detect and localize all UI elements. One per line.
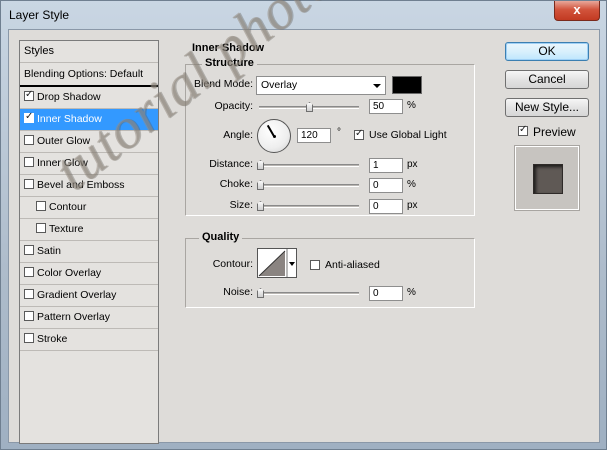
blend-mode-dropdown[interactable]: Overlay <box>256 76 386 95</box>
ok-button[interactable]: OK <box>505 42 589 61</box>
choke-slider-track[interactable] <box>259 184 359 187</box>
style-item-label: Contour <box>49 201 87 213</box>
style-item-bevel-and-emboss[interactable]: Bevel and Emboss <box>20 175 158 197</box>
contour-picker[interactable] <box>257 248 297 278</box>
preview-label: Preview <box>533 125 576 139</box>
choke-unit: % <box>407 179 416 190</box>
chevron-down-icon <box>373 84 381 88</box>
opacity-field[interactable]: 50 <box>369 99 403 114</box>
angle-unit: ° <box>337 127 341 138</box>
style-item-checkbox[interactable] <box>24 289 34 299</box>
distance-label: Distance: <box>209 158 253 170</box>
shadow-color-swatch[interactable] <box>392 76 422 94</box>
contour-chevron-down-icon <box>289 262 295 266</box>
distance-unit: px <box>407 159 418 170</box>
style-item-checkbox[interactable] <box>36 201 46 211</box>
style-item-checkbox[interactable] <box>24 111 34 123</box>
contour-label: Contour: <box>212 258 253 270</box>
opacity-unit: % <box>407 100 416 111</box>
use-global-light-label: Use Global Light <box>369 129 447 141</box>
style-item-checkbox[interactable] <box>24 157 34 167</box>
choke-label: Choke: <box>219 178 253 190</box>
preview-shape <box>533 164 563 194</box>
window-frame: Layer Style x Styles Blending Options: D… <box>0 0 607 450</box>
window-title: Layer Style <box>9 8 70 22</box>
distance-slider-track[interactable] <box>259 164 359 167</box>
use-global-light-checkbox[interactable] <box>354 128 364 140</box>
style-item-outer-glow[interactable]: Outer Glow <box>20 131 158 153</box>
style-item-label: Stroke <box>37 333 68 345</box>
quality-title: Quality <box>199 231 243 243</box>
style-item-inner-shadow[interactable]: Inner Shadow <box>20 109 158 131</box>
close-icon: x <box>573 2 581 17</box>
anti-aliased-checkbox[interactable] <box>310 260 320 270</box>
noise-unit: % <box>407 287 416 298</box>
anti-aliased-label: Anti-aliased <box>325 259 380 271</box>
distance-field[interactable]: 1 <box>369 158 403 173</box>
style-item-label: Texture <box>49 223 84 235</box>
angle-field[interactable]: 120 <box>297 128 331 143</box>
style-item-label: Pattern Overlay <box>37 311 110 323</box>
blend-mode-label: Blend Mode: <box>194 78 253 90</box>
preview-thumbnail <box>514 145 580 211</box>
angle-dial[interactable] <box>257 119 291 153</box>
style-item-label: Satin <box>37 245 61 257</box>
style-item-checkbox[interactable] <box>24 179 34 189</box>
blending-options-item[interactable]: Blending Options: Default <box>20 63 158 87</box>
angle-label: Angle: <box>223 129 253 141</box>
title-bar[interactable]: Layer Style x <box>1 1 606 29</box>
style-item-pattern-overlay[interactable]: Pattern Overlay <box>20 307 158 329</box>
style-item-satin[interactable]: Satin <box>20 241 158 263</box>
blending-options-label: Blending Options: Default <box>24 68 144 80</box>
style-item-texture[interactable]: Texture <box>20 219 158 241</box>
dialog-client: Styles Blending Options: Default Drop Sh… <box>8 29 600 444</box>
close-button[interactable]: x <box>554 1 600 21</box>
style-item-stroke[interactable]: Stroke <box>20 329 158 351</box>
size-field[interactable]: 0 <box>369 199 403 214</box>
style-item-label: Drop Shadow <box>37 91 101 103</box>
size-label: Size: <box>229 199 253 211</box>
size-unit: px <box>407 200 418 211</box>
preview-checkbox[interactable] <box>518 124 528 136</box>
style-item-label: Color Overlay <box>37 267 102 279</box>
noise-slider-track[interactable] <box>259 292 359 295</box>
new-style-button[interactable]: New Style... <box>505 98 589 117</box>
noise-label: Noise: <box>223 286 253 298</box>
style-item-drop-shadow[interactable]: Drop Shadow <box>20 87 158 109</box>
choke-field[interactable]: 0 <box>369 178 403 193</box>
style-item-checkbox[interactable] <box>24 135 34 145</box>
style-item-label: Gradient Overlay <box>37 289 117 301</box>
noise-field[interactable]: 0 <box>369 286 403 301</box>
angle-center-dot <box>273 135 276 138</box>
style-item-checkbox[interactable] <box>24 267 34 277</box>
style-item-label: Bevel and Emboss <box>37 179 125 191</box>
style-item-checkbox[interactable] <box>24 311 34 321</box>
style-item-checkbox[interactable] <box>24 333 34 343</box>
blend-mode-value: Overlay <box>261 79 298 91</box>
style-item-checkbox[interactable] <box>24 89 34 101</box>
style-item-label: Inner Glow <box>37 157 88 169</box>
style-item-label: Outer Glow <box>37 135 91 147</box>
style-item-gradient-overlay[interactable]: Gradient Overlay <box>20 285 158 307</box>
styles-list: Styles Blending Options: Default Drop Sh… <box>19 40 159 444</box>
style-item-checkbox[interactable] <box>24 245 34 255</box>
cancel-button[interactable]: Cancel <box>505 70 589 89</box>
style-item-label: Inner Shadow <box>37 113 102 125</box>
style-item-color-overlay[interactable]: Color Overlay <box>20 263 158 285</box>
styles-header-label: Styles <box>24 45 54 57</box>
style-item-inner-glow[interactable]: Inner Glow <box>20 153 158 175</box>
style-item-contour[interactable]: Contour <box>20 197 158 219</box>
style-item-checkbox[interactable] <box>36 223 46 233</box>
opacity-label: Opacity: <box>214 100 253 112</box>
size-slider-track[interactable] <box>259 205 359 208</box>
structure-title: Structure <box>202 57 257 69</box>
styles-header[interactable]: Styles <box>20 41 158 63</box>
